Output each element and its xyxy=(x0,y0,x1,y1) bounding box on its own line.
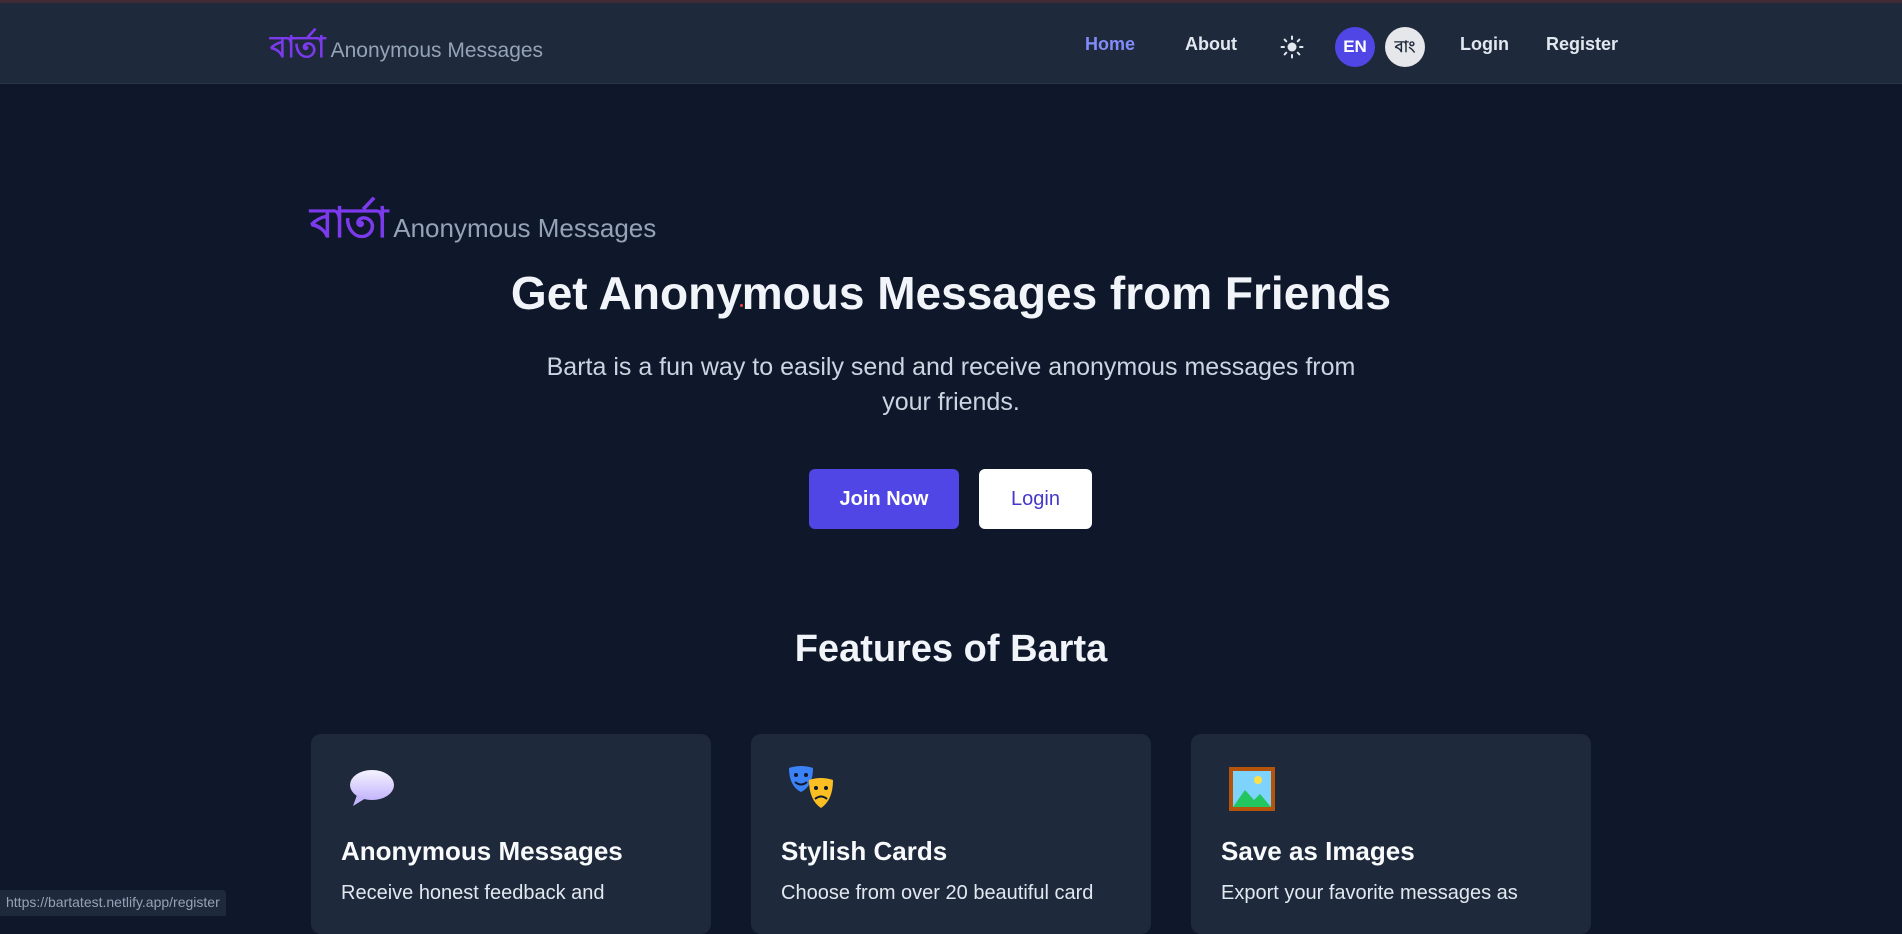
nav-logo[interactable]: বার্তা Anonymous Messages xyxy=(270,23,543,74)
feature-card-description: Receive honest feedback and xyxy=(341,882,605,904)
nav-home-link[interactable]: Home xyxy=(1085,34,1135,55)
hero-logo-subtitle: Anonymous Messages xyxy=(393,213,657,243)
features-title: Features of Barta xyxy=(794,628,1108,670)
feature-card-description: Export your favorite messages as xyxy=(1221,882,1518,904)
language-en-button[interactable]: EN xyxy=(1335,27,1375,67)
sun-icon[interactable] xyxy=(1280,35,1304,59)
feature-card-title: Anonymous Messages xyxy=(341,836,623,866)
theater-masks-icon xyxy=(789,766,833,808)
feature-card-title: Stylish Cards xyxy=(781,836,948,866)
hero-title: Get Anonymous Messages from Friends xyxy=(510,267,1392,319)
hero-logo-bengali-text: বার্তা xyxy=(310,198,388,247)
framed-picture-icon xyxy=(1229,767,1275,811)
language-bn-button[interactable]: বাং xyxy=(1385,27,1425,67)
mouse-cursor xyxy=(740,304,743,307)
hero-login-button[interactable]: Login xyxy=(979,469,1092,529)
nav-login-link[interactable]: Login xyxy=(1460,34,1509,55)
feature-card-stylish-cards: Stylish Cards Choose from over 20 beauti… xyxy=(751,734,1151,934)
logo-bengali-text: বার্তা xyxy=(270,30,326,65)
nav-register-link[interactable]: Register xyxy=(1546,34,1618,55)
nav-about-link[interactable]: About xyxy=(1185,34,1237,55)
join-now-button[interactable]: Join Now xyxy=(809,469,959,529)
feature-card-save-as-images: Save as Images Export your favorite mess… xyxy=(1191,734,1591,934)
speech-bubble-icon xyxy=(350,770,394,806)
feature-card-anonymous-messages: Anonymous Messages Receive honest feedba… xyxy=(311,734,711,934)
hero-description: Barta is a fun way to easily send and re… xyxy=(546,353,1356,416)
feature-card-title: Save as Images xyxy=(1221,836,1415,866)
hero-logo: বার্তা Anonymous Messages xyxy=(310,190,656,261)
feature-card-description: Choose from over 20 beautiful card xyxy=(781,882,1094,904)
logo-subtitle: Anonymous Messages xyxy=(330,39,544,62)
status-bar-url: https://bartatest.netlify.app/register xyxy=(0,890,226,916)
navbar: বার্তা Anonymous Messages Home About EN … xyxy=(0,3,1902,84)
